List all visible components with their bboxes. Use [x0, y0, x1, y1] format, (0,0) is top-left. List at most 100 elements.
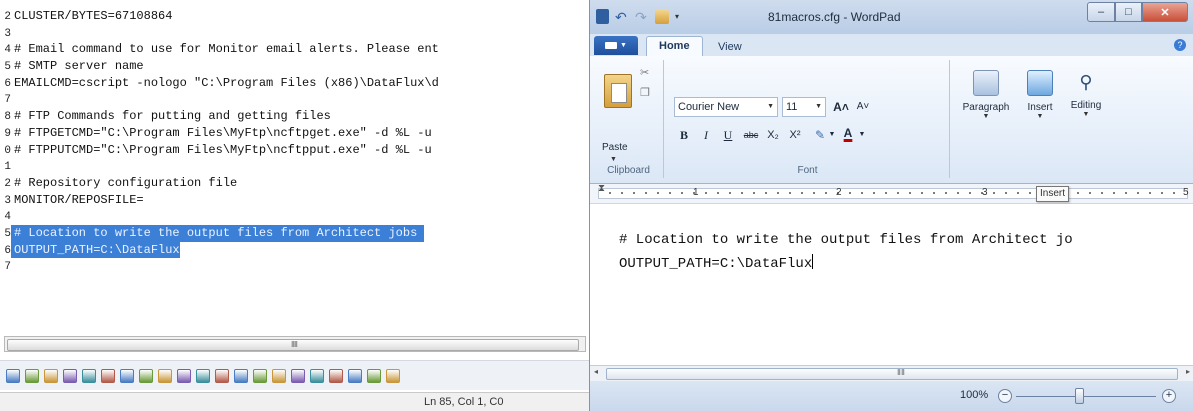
subscript-button[interactable]: X₂ — [764, 126, 782, 144]
editor-line[interactable]: 6 EMAILCMD=cscript -nologo "C:\Program Fi… — [0, 75, 592, 92]
editor-line[interactable]: 4 — [0, 208, 592, 225]
document-horizontal-scrollbar[interactable]: ◂ ⅡⅡ ▸ — [590, 365, 1193, 381]
text-editor-pane[interactable]: 2 CLUSTER/BYTES=67108864 3 4 # Email command… — [0, 0, 592, 411]
editor-line[interactable]: 9 # FTPGETCMD="C:\Program Files\MyFtp\ncf… — [0, 125, 592, 142]
wordpad-status-bar: 100% − + — [590, 381, 1193, 411]
italic-button[interactable]: I — [698, 126, 714, 144]
bullets-icon[interactable] — [63, 368, 77, 383]
cut-icon[interactable]: ✂ — [640, 68, 650, 79]
minimize-button[interactable]: – — [1087, 2, 1115, 22]
paragraph-button[interactable]: Paragraph ▼ — [955, 70, 1017, 120]
bold-button[interactable]: B — [676, 126, 692, 144]
editor-line[interactable]: 2 # Repository configuration file — [0, 175, 592, 192]
ruler-tick — [633, 192, 635, 194]
scroll-left-icon[interactable]: ◂ — [594, 367, 598, 376]
editor-line[interactable]: 3 MONITOR/REPOSFILE= — [0, 192, 592, 209]
maximize-button[interactable]: □ — [1115, 2, 1142, 22]
document-scrollbar-thumb[interactable]: ⅡⅡ — [606, 368, 1178, 380]
ruler-tick — [1005, 192, 1007, 194]
editor-text-area[interactable]: 2 CLUSTER/BYTES=67108864 3 4 # Email command… — [0, 8, 592, 275]
wordpad-app-icon[interactable] — [596, 9, 609, 24]
ruler-mark-5: 5 — [1183, 187, 1189, 198]
editing-button[interactable]: ⚲ Editing ▼ — [1064, 70, 1108, 118]
customize-qat-icon[interactable]: ▾ — [675, 10, 689, 24]
editor-line[interactable]: 0 # FTPPUTCMD="C:\Program Files\MyFtp\ncf… — [0, 142, 592, 159]
font-size-select[interactable]: 11 ▼ — [782, 97, 826, 117]
indent-icon[interactable] — [6, 368, 20, 383]
chart-icon[interactable] — [196, 368, 210, 383]
shrink-font-button[interactable]: A˅ — [854, 98, 872, 116]
editor-line[interactable]: 1 — [0, 158, 592, 175]
table-icon[interactable] — [139, 368, 153, 383]
picture-icon[interactable] — [272, 368, 286, 383]
editor-line[interactable]: 2 CLUSTER/BYTES=67108864 — [0, 8, 592, 25]
ruler-tick — [681, 192, 683, 194]
zoom-slider-thumb[interactable] — [1075, 388, 1084, 404]
editor-line[interactable]: 3 — [0, 25, 592, 42]
radio-icon[interactable] — [234, 368, 248, 383]
line-number: 3 — [4, 27, 11, 40]
code-icon[interactable] — [329, 368, 343, 383]
ruler-tick — [657, 192, 659, 194]
template-icon[interactable] — [348, 368, 362, 383]
editor-line[interactable]: 7 — [0, 91, 592, 108]
close-button[interactable]: ✕ — [1142, 2, 1188, 22]
tab-view[interactable]: View — [706, 38, 754, 56]
zoom-in-button[interactable]: + — [1162, 389, 1176, 403]
link-icon[interactable] — [310, 368, 324, 383]
table-icon[interactable] — [177, 368, 191, 383]
bullets-icon[interactable] — [25, 368, 39, 383]
paste-button[interactable]: Paste — [602, 142, 628, 153]
ruler-tick — [801, 192, 803, 194]
indent-marker-icon[interactable]: ⧗ — [598, 183, 605, 194]
title-bar[interactable]: ↶ ↷ ▾ 81macros.cfg - WordPad – □ ✕ — [590, 0, 1193, 34]
document-area[interactable]: # Location to write the output files fro… — [590, 204, 1193, 365]
font-family-select[interactable]: Courier New ▼ — [674, 97, 778, 117]
editor-scrollbar-thumb[interactable]: ⅡⅡ — [7, 339, 579, 351]
application-menu-button[interactable]: ▼ — [594, 36, 638, 55]
bullets-icon[interactable] — [82, 368, 96, 383]
image-icon[interactable] — [101, 368, 115, 383]
editor-line[interactable]: 6 OUTPUT_PATH=C:\DataFlux — [0, 241, 592, 260]
save-icon[interactable] — [655, 9, 669, 24]
line-icon[interactable] — [120, 368, 134, 383]
more-icon[interactable] — [367, 368, 381, 383]
line-number: 3 — [4, 194, 11, 207]
editor-horizontal-scrollbar[interactable]: ⅡⅡ — [4, 336, 586, 352]
grid-icon[interactable] — [386, 368, 400, 383]
ruler[interactable]: ⧗ 1 2 3 5 Insert — [590, 183, 1193, 204]
help-icon[interactable]: ? — [1174, 39, 1186, 51]
line-number: 9 — [4, 127, 11, 140]
zoom-slider-track[interactable] — [1016, 396, 1156, 397]
insert-button[interactable]: Insert ▼ — [1018, 70, 1062, 120]
tab-home[interactable]: Home — [646, 36, 703, 57]
zoom-out-button[interactable]: − — [998, 389, 1012, 403]
ruler-tick — [933, 192, 935, 194]
anchor-icon[interactable] — [291, 368, 305, 383]
editor-line[interactable]: 4 # Email command to use for Monitor emai… — [0, 41, 592, 58]
font-color-icon[interactable]: A — [840, 124, 856, 142]
chevron-down-icon[interactable]: ▼ — [828, 126, 836, 144]
strikethrough-button[interactable]: abc — [740, 126, 762, 144]
bullets-icon[interactable] — [44, 368, 58, 383]
redo-icon[interactable]: ↷ — [635, 10, 649, 24]
chevron-down-icon[interactable]: ▼ — [858, 126, 866, 144]
underline-button[interactable]: U — [720, 126, 736, 144]
editor-line[interactable]: 8 # FTP Commands for putting and getting … — [0, 108, 592, 125]
editor-line[interactable]: 5 # Location to write the output files fr… — [0, 224, 592, 243]
text-icon[interactable] — [253, 368, 267, 383]
window-title: 81macros.cfg - WordPad — [768, 10, 901, 24]
highlight-icon[interactable]: ✎ — [812, 126, 828, 144]
table-icon[interactable] — [158, 368, 172, 383]
editor-line[interactable]: 5 # SMTP server name — [0, 58, 592, 75]
undo-icon[interactable]: ↶ — [615, 10, 629, 24]
grow-font-button[interactable]: A˄ — [832, 98, 850, 116]
chevron-down-icon[interactable]: ▼ — [610, 156, 617, 163]
copy-icon[interactable]: ❐ — [640, 88, 650, 99]
paste-icon[interactable] — [604, 74, 632, 108]
editor-line[interactable]: 7 — [0, 258, 592, 275]
scroll-right-icon[interactable]: ▸ — [1186, 367, 1190, 376]
ribbon: Paste ▼ ✂ ❐ Clipboard Courier New ▼ 11 ▼… — [590, 56, 1193, 184]
superscript-button[interactable]: X² — [786, 126, 804, 144]
checkbox-icon[interactable] — [215, 368, 229, 383]
